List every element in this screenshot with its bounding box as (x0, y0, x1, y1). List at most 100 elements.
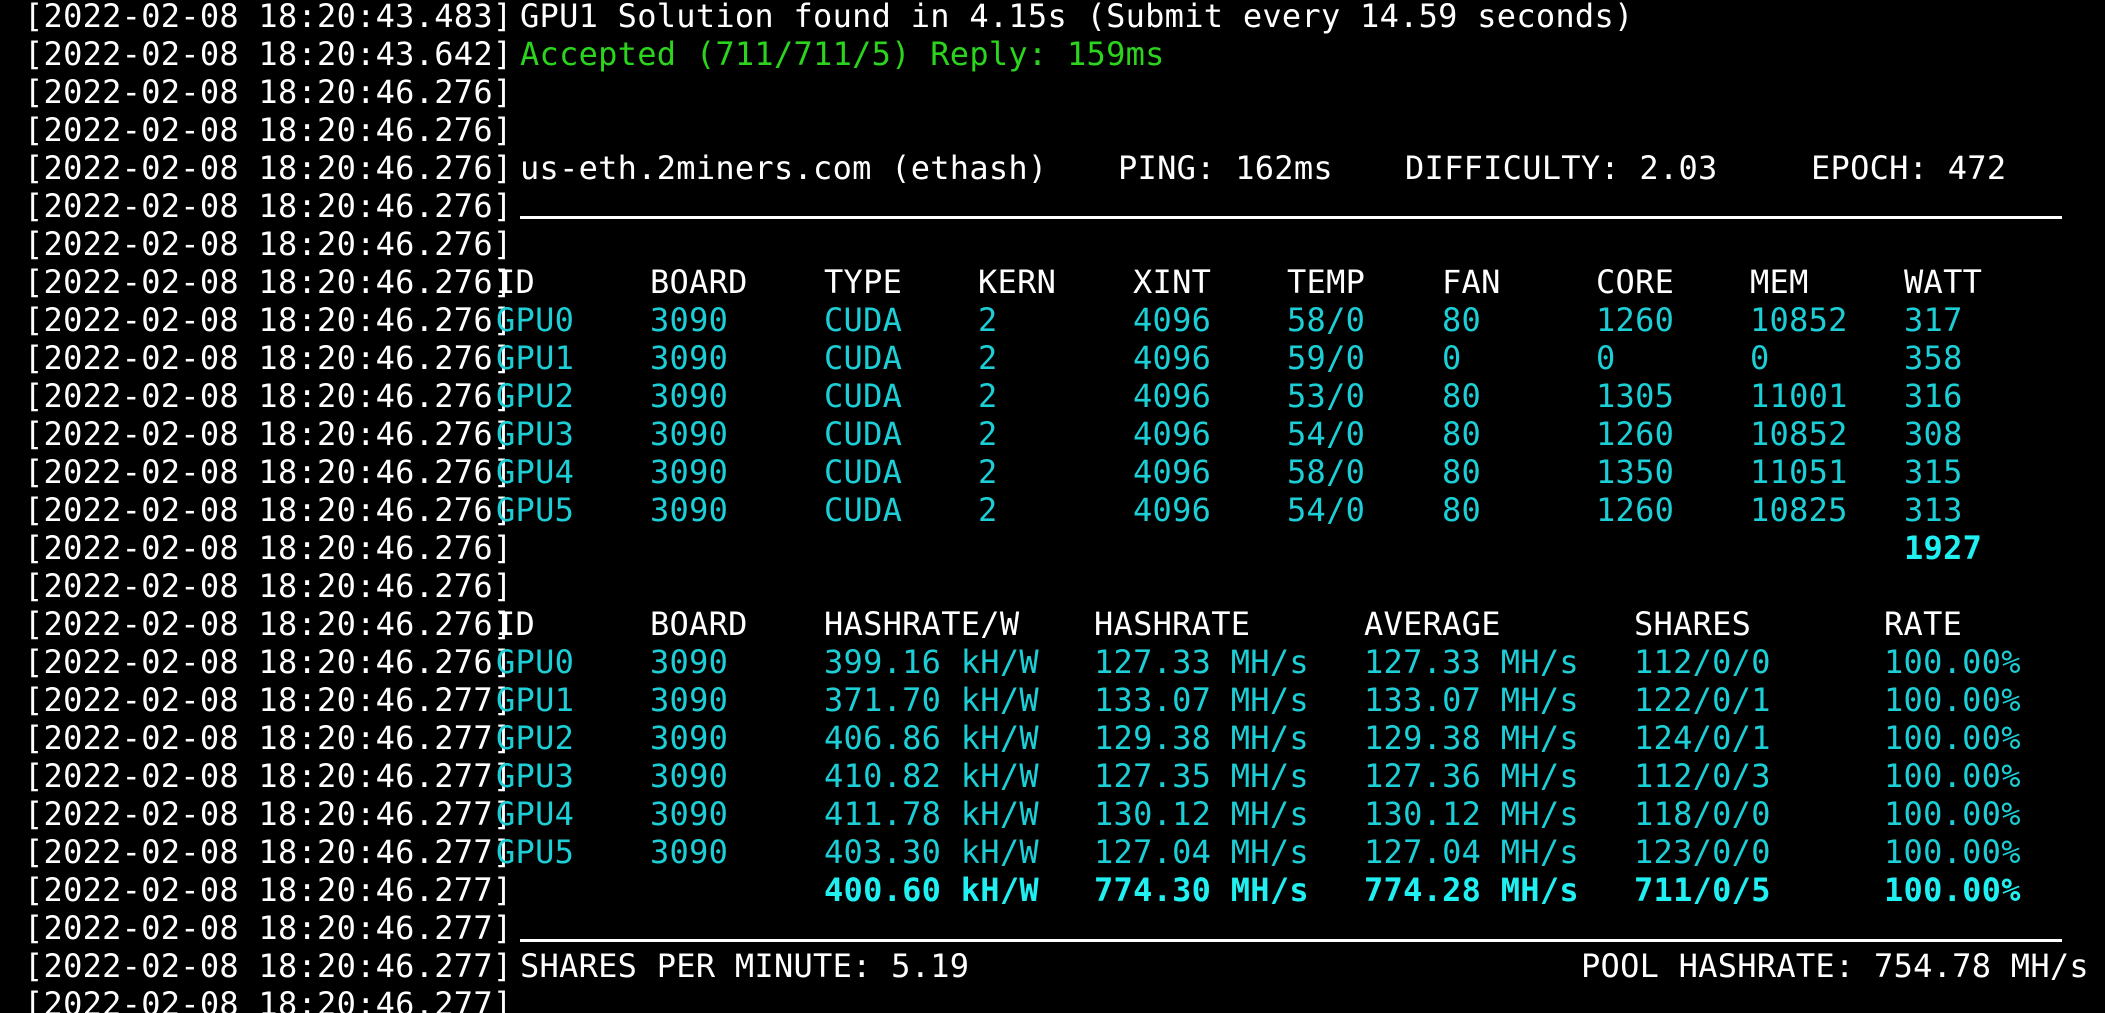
column-header: XINT (1133, 263, 1212, 301)
column-header: HASHRATE/W (824, 605, 1020, 643)
hashrate-cell: 410.82 kH/W (824, 757, 1039, 795)
log-timestamp: [2022-02-08 18:20:46.276] (24, 567, 513, 605)
pool-ping: PING: 162ms (1118, 149, 1333, 187)
device-cell: 2 (978, 301, 998, 339)
column-header: FAN (1442, 263, 1501, 301)
device-cell: 58/0 (1287, 301, 1366, 339)
log-timestamp: [2022-02-08 18:20:46.277] (24, 833, 513, 871)
column-header: CORE (1596, 263, 1675, 301)
log-line: [2022-02-08 18:20:46.276] (24, 111, 512, 149)
log-line: [2022-02-08 18:20:46.277] (24, 985, 512, 1013)
hashrate-cell: 3090 (650, 643, 729, 681)
hashrate-cell: 127.04 MH/s (1094, 833, 1309, 871)
device-cell: 2 (978, 377, 998, 415)
hashrate-cell: 129.38 MH/s (1094, 719, 1309, 757)
device-cell: 80 (1442, 415, 1482, 453)
log-timestamp: [2022-02-08 18:20:46.277] (24, 719, 513, 757)
log-timestamp: [2022-02-08 18:20:46.276] (24, 187, 513, 225)
log-timestamp: [2022-02-08 18:20:46.276] (24, 491, 513, 529)
log-timestamp: [2022-02-08 18:20:46.277] (24, 909, 513, 947)
log-timestamp: [2022-02-08 18:20:46.277] (24, 795, 513, 833)
hashrate-total-cell: 400.60 kH/W (824, 871, 1039, 909)
device-cell: GPU3 (496, 415, 575, 453)
log-timestamp: [2022-02-08 18:20:46.276] (24, 149, 513, 187)
hashrate-cell: 130.12 MH/s (1094, 795, 1309, 833)
device-cell: 80 (1442, 453, 1482, 491)
device-cell: 3090 (650, 491, 729, 529)
device-cell: CUDA (824, 415, 903, 453)
device-cell: 1260 (1596, 491, 1675, 529)
device-cell: 4096 (1133, 415, 1212, 453)
hashrate-cell: 3090 (650, 757, 729, 795)
accepted-message: Accepted (711/711/5) Reply: 159ms (520, 35, 1165, 73)
log-timestamp: [2022-02-08 18:20:46.276] (24, 529, 513, 567)
column-header: BOARD (650, 605, 748, 643)
device-cell: CUDA (824, 377, 903, 415)
column-header: TYPE (824, 263, 903, 301)
hashrate-total-cell: 774.30 MH/s (1094, 871, 1309, 909)
log-timestamp: [2022-02-08 18:20:46.277] (24, 947, 513, 985)
device-cell: 4096 (1133, 339, 1212, 377)
column-header: AVERAGE (1364, 605, 1501, 643)
hashrate-cell: 100.00% (1884, 643, 2021, 681)
hashrate-cell: 127.36 MH/s (1364, 757, 1579, 795)
log-line: [2022-02-08 18:20:46.276] (24, 73, 512, 111)
pool-hashrate: POOL HASHRATE: 754.78 MH/s (1581, 947, 2089, 985)
hashrate-cell: GPU2 (496, 719, 575, 757)
separator-rule (520, 939, 2062, 942)
device-cell: GPU0 (496, 301, 575, 339)
device-cell: 3090 (650, 377, 729, 415)
hashrate-cell: 112/0/0 (1634, 643, 1771, 681)
hashrate-cell: GPU4 (496, 795, 575, 833)
hashrate-cell: GPU0 (496, 643, 575, 681)
device-cell: 58/0 (1287, 453, 1366, 491)
hashrate-cell: 403.30 kH/W (824, 833, 1039, 871)
column-header: MEM (1750, 263, 1809, 301)
device-cell: 80 (1442, 491, 1482, 529)
hashrate-cell: 100.00% (1884, 681, 2021, 719)
column-header: ID (496, 605, 536, 643)
total-watt: 1927 (1904, 529, 1983, 567)
device-cell: 10852 (1750, 415, 1848, 453)
hashrate-cell: 100.00% (1884, 757, 2021, 795)
device-cell: 1260 (1596, 415, 1675, 453)
device-cell: 4096 (1133, 377, 1212, 415)
hashrate-cell: 129.38 MH/s (1364, 719, 1579, 757)
device-cell: 316 (1904, 377, 1963, 415)
device-cell: CUDA (824, 339, 903, 377)
log-timestamp: [2022-02-08 18:20:43.483] (24, 0, 513, 35)
hashrate-cell: 122/0/1 (1634, 681, 1771, 719)
device-cell: 80 (1442, 377, 1482, 415)
column-header: TEMP (1287, 263, 1366, 301)
log-timestamp: [2022-02-08 18:20:43.642] (24, 35, 513, 73)
hashrate-cell: GPU1 (496, 681, 575, 719)
hashrate-cell: 100.00% (1884, 795, 2021, 833)
hashrate-cell: 123/0/0 (1634, 833, 1771, 871)
device-cell: 11001 (1750, 377, 1848, 415)
device-cell: 10825 (1750, 491, 1848, 529)
log-line: [2022-02-08 18:20:46.277] (24, 909, 512, 947)
device-cell: 0 (1442, 339, 1462, 377)
hashrate-cell: 130.12 MH/s (1364, 795, 1579, 833)
column-header: RATE (1884, 605, 1963, 643)
device-cell: GPU2 (496, 377, 575, 415)
log-timestamp: [2022-02-08 18:20:46.276] (24, 415, 513, 453)
device-cell: 2 (978, 491, 998, 529)
log-timestamp: [2022-02-08 18:20:46.276] (24, 643, 513, 681)
terminal-window: [2022-02-08 18:20:43.483] GPU1 Solution … (0, 0, 2105, 1013)
log-timestamp: [2022-02-08 18:20:46.276] (24, 301, 513, 339)
hashrate-cell: 406.86 kH/W (824, 719, 1039, 757)
device-cell: 358 (1904, 339, 1963, 377)
device-cell: 3090 (650, 339, 729, 377)
device-cell: 308 (1904, 415, 1963, 453)
log-timestamp: [2022-02-08 18:20:46.276] (24, 453, 513, 491)
device-cell: 80 (1442, 301, 1482, 339)
hashrate-cell: 3090 (650, 795, 729, 833)
hashrate-cell: 371.70 kH/W (824, 681, 1039, 719)
log-timestamp: [2022-02-08 18:20:46.276] (24, 263, 513, 301)
device-cell: GPU1 (496, 339, 575, 377)
log-timestamp: [2022-02-08 18:20:46.276] (24, 225, 513, 263)
log-line: [2022-02-08 18:20:43.642] Accepted (711/… (24, 35, 1164, 73)
device-cell: 11051 (1750, 453, 1848, 491)
device-cell: 317 (1904, 301, 1963, 339)
